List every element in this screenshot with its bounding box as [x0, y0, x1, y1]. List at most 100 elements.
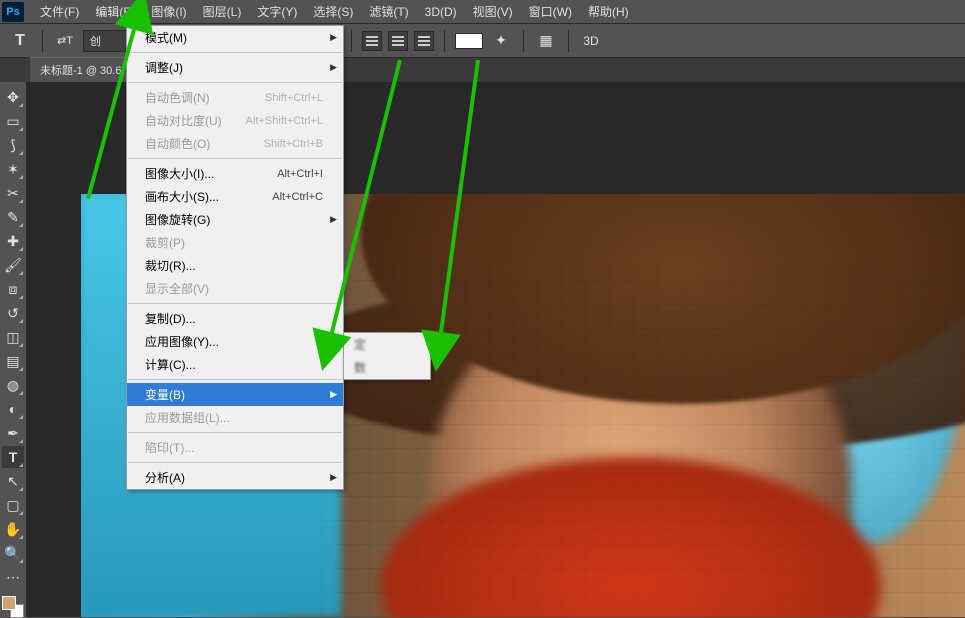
menu-item-trap[interactable]: 陷印(T)... [127, 436, 343, 459]
menu-item-label: 图像旋转(G) [145, 211, 210, 228]
menu-select[interactable]: 选择(S) [305, 0, 361, 23]
separator [568, 30, 569, 52]
move-tool[interactable]: ✥ [2, 86, 24, 108]
submenu-item-label: 数 [354, 359, 366, 376]
crop-tool[interactable]: ✂ [2, 182, 24, 204]
menu-item-mode[interactable]: 模式(M) [127, 26, 343, 49]
shape-tool[interactable]: ▢ [2, 494, 24, 516]
menu-item-shortcut: Alt+Ctrl+I [277, 168, 323, 180]
menu-type[interactable]: 文字(Y) [249, 0, 305, 23]
menu-separator [128, 303, 342, 304]
menu-separator [128, 52, 342, 53]
menu-item-label: 画布大小(S)... [145, 188, 219, 205]
magic-wand-tool[interactable]: ✶ [2, 158, 24, 180]
menu-item-analysis[interactable]: 分析(A) [127, 466, 343, 489]
separator [351, 30, 352, 52]
menu-item-label: 应用数据组(L)... [145, 409, 230, 426]
brush-tool[interactable]: 🖌 [2, 254, 24, 276]
menu-item-label: 计算(C)... [145, 356, 196, 373]
menu-help[interactable]: 帮助(H) [580, 0, 637, 23]
menu-file[interactable]: 文件(F) [32, 0, 87, 23]
dodge-tool[interactable]: ◐ [2, 398, 24, 420]
menu-item-apply-image[interactable]: 应用图像(Y)... [127, 330, 343, 353]
menu-item-shortcut: Alt+Ctrl+C [272, 191, 323, 203]
more-tools[interactable]: ⋯ [2, 566, 24, 588]
image-pixelation [321, 264, 965, 617]
history-brush-tool[interactable]: ↺ [2, 302, 24, 324]
menu-item-image-size[interactable]: 图像大小(I)... Alt+Ctrl+I [127, 162, 343, 185]
text-color-swatch[interactable] [455, 33, 483, 49]
menu-item-shortcut: Shift+Ctrl+L [265, 92, 323, 104]
menu-item-label: 裁切(R)... [145, 257, 196, 274]
align-center-button[interactable] [388, 31, 408, 51]
menu-item-auto-tone[interactable]: 自动色调(N) Shift+Ctrl+L [127, 86, 343, 109]
type-tool-icon: T [8, 29, 32, 53]
submenu-item-define[interactable]: 定 [344, 333, 430, 356]
menu-item-label: 显示全部(V) [145, 280, 209, 297]
foreground-color[interactable] [2, 596, 16, 610]
menu-layer[interactable]: 图层(L) [195, 0, 250, 23]
menu-item-label: 陷印(T)... [145, 439, 194, 456]
hand-tool[interactable]: ✋ [2, 518, 24, 540]
menu-item-label: 调整(J) [145, 59, 183, 76]
menu-item-label: 自动颜色(O) [145, 135, 210, 152]
warp-text-icon[interactable]: ✦ [489, 29, 513, 53]
stamp-tool[interactable]: ⧈ [2, 278, 24, 300]
menu-item-adjustments[interactable]: 调整(J) [127, 56, 343, 79]
color-swatches[interactable] [2, 596, 24, 618]
menu-item-apply-dataset[interactable]: 应用数据组(L)... [127, 406, 343, 429]
gradient-tool[interactable]: ▤ [2, 350, 24, 372]
menu-edit[interactable]: 编辑(E) [87, 0, 143, 23]
menu-separator [128, 462, 342, 463]
zoom-tool[interactable]: 🔍 [2, 542, 24, 564]
eraser-tool[interactable]: ◫ [2, 326, 24, 348]
separator [523, 30, 524, 52]
menu-item-shortcut: Shift+Ctrl+B [264, 138, 323, 150]
menu-item-label: 自动对比度(U) [145, 112, 222, 129]
menu-item-canvas-size[interactable]: 画布大小(S)... Alt+Ctrl+C [127, 185, 343, 208]
menu-item-label: 复制(D)... [145, 310, 196, 327]
healing-tool[interactable]: ✚ [2, 230, 24, 252]
menu-item-duplicate[interactable]: 复制(D)... [127, 307, 343, 330]
submenu-item-label: 定 [354, 336, 366, 353]
document-tab[interactable]: 未标题-1 @ 30.6 [30, 57, 131, 82]
3d-button[interactable]: 3D [579, 29, 603, 53]
align-right-button[interactable] [414, 31, 434, 51]
menu-item-auto-color[interactable]: 自动颜色(O) Shift+Ctrl+B [127, 132, 343, 155]
menu-separator [128, 82, 342, 83]
marquee-tool[interactable]: ▭ [2, 110, 24, 132]
blur-tool[interactable]: ◍ [2, 374, 24, 396]
lasso-tool[interactable]: ⟆ [2, 134, 24, 156]
menu-item-variables[interactable]: 变量(B) [127, 383, 343, 406]
menu-view[interactable]: 视图(V) [465, 0, 521, 23]
pen-tool[interactable]: ✒ [2, 422, 24, 444]
menu-separator [128, 432, 342, 433]
menu-image[interactable]: 图像(I) [143, 0, 194, 23]
type-tool[interactable]: T [2, 446, 24, 468]
menu-item-image-rotation[interactable]: 图像旋转(G) [127, 208, 343, 231]
menu-item-reveal-all[interactable]: 显示全部(V) [127, 277, 343, 300]
menu-item-label: 裁剪(P) [145, 234, 185, 251]
menu-item-crop[interactable]: 裁剪(P) [127, 231, 343, 254]
menu-filter[interactable]: 滤镜(T) [361, 0, 416, 23]
separator [42, 30, 43, 52]
font-family-value: 创 [90, 36, 101, 48]
image-menu-dropdown: 模式(M) 调整(J) 自动色调(N) Shift+Ctrl+L 自动对比度(U)… [126, 25, 344, 490]
menu-window[interactable]: 窗口(W) [521, 0, 580, 23]
eyedropper-tool[interactable]: ✎ [2, 206, 24, 228]
menu-item-label: 自动色调(N) [145, 89, 210, 106]
orientation-icon[interactable]: ⇄T [53, 29, 77, 53]
menu-item-label: 应用图像(Y)... [145, 333, 219, 350]
menu-item-trim[interactable]: 裁切(R)... [127, 254, 343, 277]
menu-item-label: 模式(M) [145, 29, 187, 46]
menu-item-calculations[interactable]: 计算(C)... [127, 353, 343, 376]
submenu-item-dataset[interactable]: 数 [344, 356, 430, 379]
menu-3d[interactable]: 3D(D) [417, 2, 465, 22]
path-select-tool[interactable]: ↖ [2, 470, 24, 492]
panels-icon[interactable]: ▦ [534, 29, 558, 53]
menu-item-label: 变量(B) [145, 386, 185, 403]
menu-item-label: 图像大小(I)... [145, 165, 214, 182]
variables-submenu: 定 数 [343, 332, 431, 380]
menu-item-auto-contrast[interactable]: 自动对比度(U)Alt+Shift+Ctrl+L [127, 109, 343, 132]
align-left-button[interactable] [362, 31, 382, 51]
